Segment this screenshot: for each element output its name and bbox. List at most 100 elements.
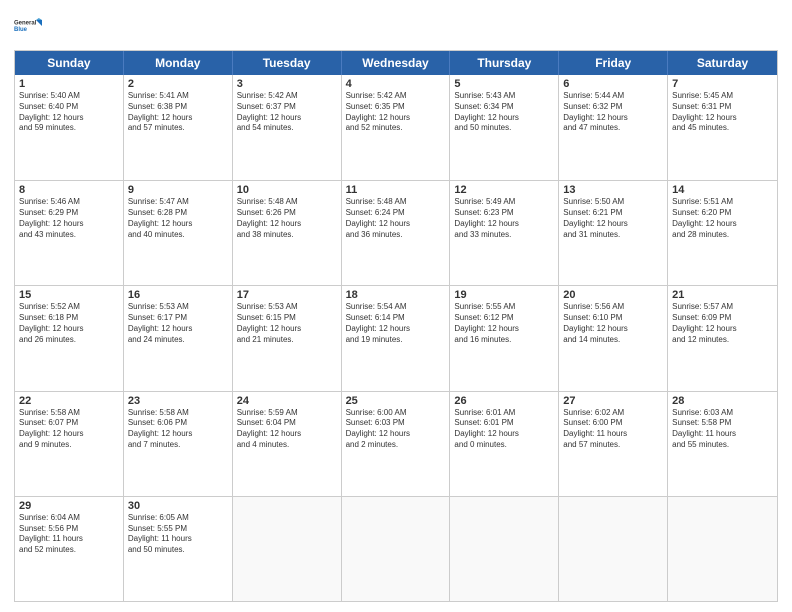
cell-info-line: and 52 minutes.	[19, 545, 119, 556]
cell-info-line: Daylight: 12 hours	[346, 324, 446, 335]
calendar-cell	[450, 497, 559, 601]
cell-info-line: Sunset: 6:35 PM	[346, 102, 446, 113]
day-number: 23	[128, 395, 228, 407]
day-number: 1	[19, 78, 119, 90]
calendar-cell: 19Sunrise: 5:55 AMSunset: 6:12 PMDayligh…	[450, 286, 559, 390]
cell-info-line: Daylight: 12 hours	[454, 429, 554, 440]
logo-icon: GeneralBlue	[14, 10, 46, 42]
calendar-header: SundayMondayTuesdayWednesdayThursdayFrid…	[15, 51, 777, 75]
calendar-cell: 23Sunrise: 5:58 AMSunset: 6:06 PMDayligh…	[124, 392, 233, 496]
day-number: 17	[237, 289, 337, 301]
day-number: 16	[128, 289, 228, 301]
cell-info-line: Daylight: 12 hours	[672, 113, 773, 124]
calendar-cell: 26Sunrise: 6:01 AMSunset: 6:01 PMDayligh…	[450, 392, 559, 496]
cell-info-line: Sunrise: 5:58 AM	[19, 408, 119, 419]
day-header-thursday: Thursday	[450, 51, 559, 75]
cell-info-line: Sunset: 6:09 PM	[672, 313, 773, 324]
cell-info-line: Daylight: 11 hours	[563, 429, 663, 440]
day-number: 28	[672, 395, 773, 407]
cell-info-line: and 54 minutes.	[237, 123, 337, 134]
cell-info-line: Daylight: 12 hours	[237, 113, 337, 124]
cell-info-line: Daylight: 12 hours	[672, 324, 773, 335]
cell-info-line: Sunset: 5:56 PM	[19, 524, 119, 535]
calendar-week-3: 15Sunrise: 5:52 AMSunset: 6:18 PMDayligh…	[15, 285, 777, 390]
cell-info-line: Sunset: 6:26 PM	[237, 208, 337, 219]
cell-info-line: Sunset: 6:31 PM	[672, 102, 773, 113]
calendar-cell: 18Sunrise: 5:54 AMSunset: 6:14 PMDayligh…	[342, 286, 451, 390]
cell-info-line: Sunrise: 5:43 AM	[454, 91, 554, 102]
cell-info-line: Sunset: 6:38 PM	[128, 102, 228, 113]
day-number: 14	[672, 184, 773, 196]
cell-info-line: Sunrise: 5:59 AM	[237, 408, 337, 419]
calendar-cell: 17Sunrise: 5:53 AMSunset: 6:15 PMDayligh…	[233, 286, 342, 390]
cell-info-line: Sunset: 6:28 PM	[128, 208, 228, 219]
calendar-body: 1Sunrise: 5:40 AMSunset: 6:40 PMDaylight…	[15, 75, 777, 601]
calendar-cell: 10Sunrise: 5:48 AMSunset: 6:26 PMDayligh…	[233, 181, 342, 285]
cell-info-line: Sunset: 6:23 PM	[454, 208, 554, 219]
cell-info-line: Daylight: 12 hours	[346, 113, 446, 124]
cell-info-line: Sunrise: 5:48 AM	[237, 197, 337, 208]
cell-info-line: and 19 minutes.	[346, 335, 446, 346]
calendar-cell: 14Sunrise: 5:51 AMSunset: 6:20 PMDayligh…	[668, 181, 777, 285]
cell-info-line: Sunset: 6:04 PM	[237, 418, 337, 429]
calendar-cell: 1Sunrise: 5:40 AMSunset: 6:40 PMDaylight…	[15, 75, 124, 180]
day-header-friday: Friday	[559, 51, 668, 75]
cell-info-line: and 59 minutes.	[19, 123, 119, 134]
cell-info-line: and 4 minutes.	[237, 440, 337, 451]
cell-info-line: and 24 minutes.	[128, 335, 228, 346]
cell-info-line: Sunrise: 6:04 AM	[19, 513, 119, 524]
calendar-cell: 3Sunrise: 5:42 AMSunset: 6:37 PMDaylight…	[233, 75, 342, 180]
calendar-cell: 7Sunrise: 5:45 AMSunset: 6:31 PMDaylight…	[668, 75, 777, 180]
day-number: 13	[563, 184, 663, 196]
calendar-cell: 24Sunrise: 5:59 AMSunset: 6:04 PMDayligh…	[233, 392, 342, 496]
calendar-week-2: 8Sunrise: 5:46 AMSunset: 6:29 PMDaylight…	[15, 180, 777, 285]
day-number: 25	[346, 395, 446, 407]
header: GeneralBlue	[14, 10, 778, 42]
cell-info-line: and 31 minutes.	[563, 230, 663, 241]
cell-info-line: Daylight: 12 hours	[454, 219, 554, 230]
calendar-cell: 12Sunrise: 5:49 AMSunset: 6:23 PMDayligh…	[450, 181, 559, 285]
day-number: 19	[454, 289, 554, 301]
day-number: 30	[128, 500, 228, 512]
calendar-week-5: 29Sunrise: 6:04 AMSunset: 5:56 PMDayligh…	[15, 496, 777, 601]
cell-info-line: Sunset: 6:40 PM	[19, 102, 119, 113]
cell-info-line: and 9 minutes.	[19, 440, 119, 451]
page: GeneralBlue SundayMondayTuesdayWednesday…	[0, 0, 792, 612]
calendar-cell	[559, 497, 668, 601]
day-header-tuesday: Tuesday	[233, 51, 342, 75]
day-number: 22	[19, 395, 119, 407]
calendar-cell: 11Sunrise: 5:48 AMSunset: 6:24 PMDayligh…	[342, 181, 451, 285]
cell-info-line: Sunrise: 6:03 AM	[672, 408, 773, 419]
day-number: 8	[19, 184, 119, 196]
calendar-cell: 6Sunrise: 5:44 AMSunset: 6:32 PMDaylight…	[559, 75, 668, 180]
cell-info-line: and 14 minutes.	[563, 335, 663, 346]
cell-info-line: Daylight: 12 hours	[128, 113, 228, 124]
cell-info-line: Sunset: 6:00 PM	[563, 418, 663, 429]
cell-info-line: Sunrise: 5:57 AM	[672, 302, 773, 313]
cell-info-line: Sunrise: 5:42 AM	[346, 91, 446, 102]
calendar-cell: 28Sunrise: 6:03 AMSunset: 5:58 PMDayligh…	[668, 392, 777, 496]
calendar-cell: 5Sunrise: 5:43 AMSunset: 6:34 PMDaylight…	[450, 75, 559, 180]
cell-info-line: and 57 minutes.	[563, 440, 663, 451]
cell-info-line: Daylight: 11 hours	[672, 429, 773, 440]
cell-info-line: Daylight: 12 hours	[346, 219, 446, 230]
cell-info-line: Sunset: 6:24 PM	[346, 208, 446, 219]
calendar-cell: 20Sunrise: 5:56 AMSunset: 6:10 PMDayligh…	[559, 286, 668, 390]
cell-info-line: Daylight: 12 hours	[454, 113, 554, 124]
day-header-monday: Monday	[124, 51, 233, 75]
cell-info-line: Daylight: 12 hours	[128, 219, 228, 230]
cell-info-line: and 55 minutes.	[672, 440, 773, 451]
calendar-cell	[342, 497, 451, 601]
cell-info-line: and 38 minutes.	[237, 230, 337, 241]
logo: GeneralBlue	[14, 10, 46, 42]
calendar-cell: 30Sunrise: 6:05 AMSunset: 5:55 PMDayligh…	[124, 497, 233, 601]
cell-info-line: Sunrise: 5:54 AM	[346, 302, 446, 313]
cell-info-line: Sunrise: 5:53 AM	[128, 302, 228, 313]
calendar-cell: 13Sunrise: 5:50 AMSunset: 6:21 PMDayligh…	[559, 181, 668, 285]
calendar-cell: 25Sunrise: 6:00 AMSunset: 6:03 PMDayligh…	[342, 392, 451, 496]
cell-info-line: and 12 minutes.	[672, 335, 773, 346]
calendar-cell	[233, 497, 342, 601]
svg-text:Blue: Blue	[14, 27, 28, 33]
cell-info-line: and 52 minutes.	[346, 123, 446, 134]
day-number: 11	[346, 184, 446, 196]
